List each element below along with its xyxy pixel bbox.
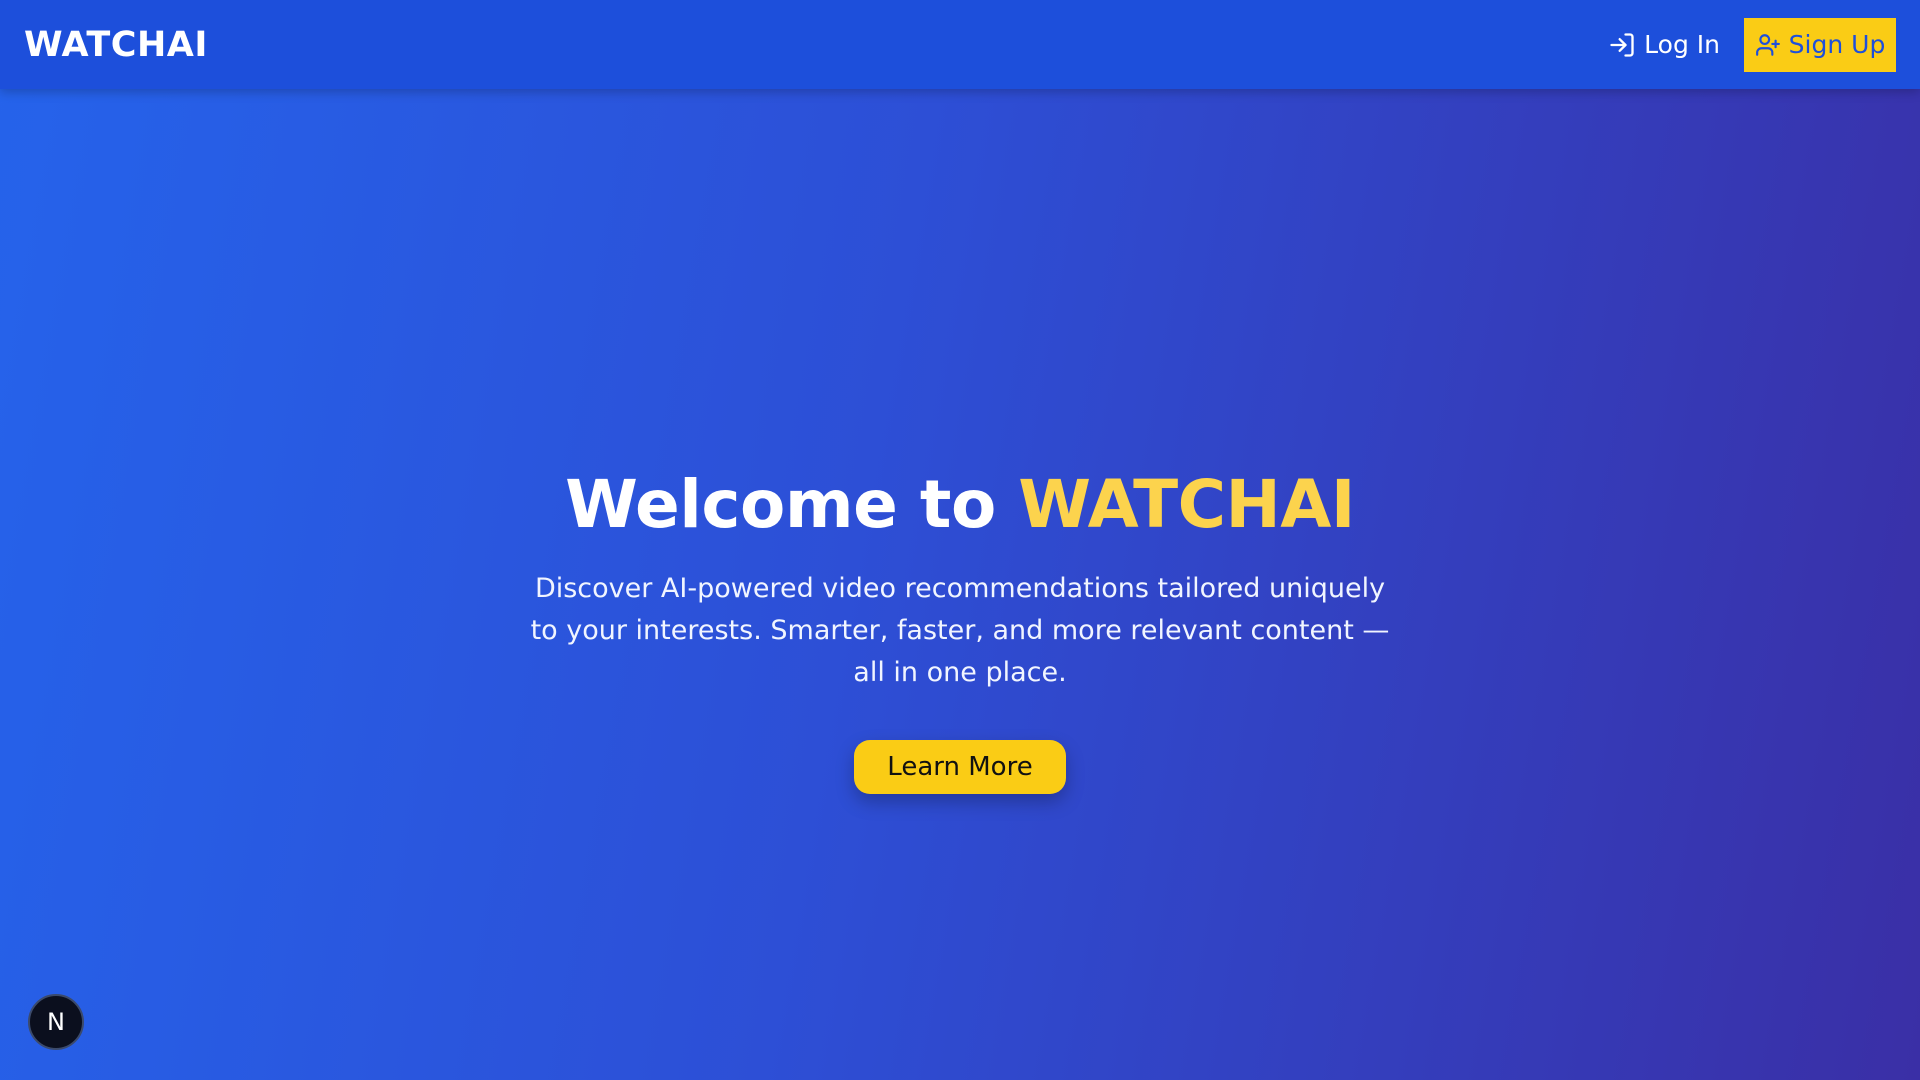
login-label: Log In [1644,30,1720,59]
site-logo[interactable]: WATCHAI [24,25,208,65]
signup-label: Sign Up [1788,30,1886,59]
learn-more-button[interactable]: Learn More [854,740,1066,794]
hero-title-brand: WATCHAI [1018,466,1355,543]
top-navbar: WATCHAI Log In Sign Up [0,0,1920,89]
user-plus-icon [1755,32,1781,58]
dev-indicator-badge[interactable]: N [28,994,84,1050]
badge-label: N [47,1008,65,1036]
hero-title-prefix: Welcome to [565,466,1019,543]
login-button[interactable]: Log In [1604,22,1724,67]
login-arrow-icon [1608,31,1636,59]
signup-button[interactable]: Sign Up [1744,17,1896,72]
nav-actions: Log In Sign Up [1604,17,1896,72]
hero-description: Discover AI-powered video recommendation… [530,573,1390,688]
hero-title: Welcome to WATCHAI [0,460,1920,550]
hero-section: Welcome to WATCHAI Discover AI-powered v… [0,460,1920,794]
